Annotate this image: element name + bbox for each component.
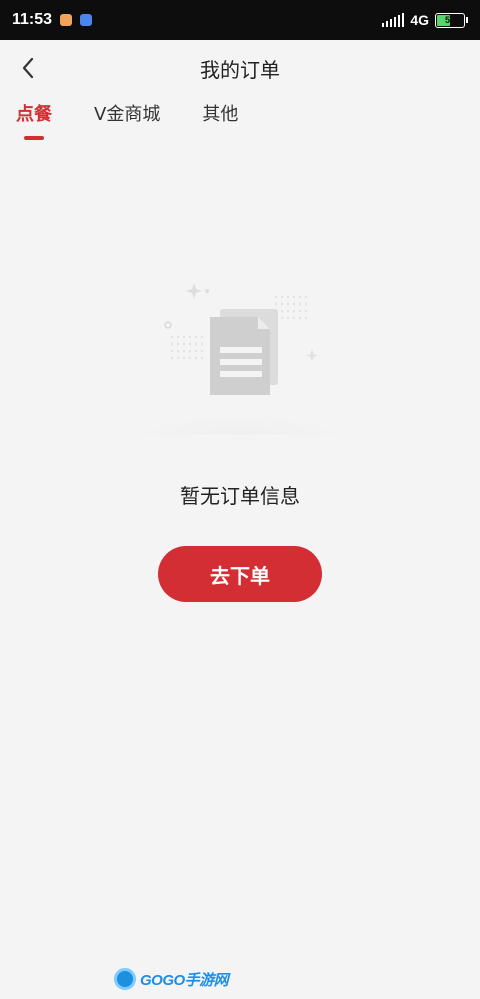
back-button[interactable] [12, 52, 44, 84]
page-title: 我的订单 [200, 57, 280, 82]
watermark-logo-icon [114, 968, 136, 990]
status-bar: 11:53 4G 51 [0, 0, 480, 40]
header: 我的订单 [0, 40, 480, 96]
tab-label: V金商城 [94, 104, 161, 125]
place-order-button[interactable]: 去下单 [158, 546, 322, 602]
status-indicators: 4G 51 [382, 12, 468, 28]
order-tabs: 点餐 V金商城 其他 [0, 100, 480, 146]
watermark: GOGO手游网 [114, 965, 229, 993]
tab-label: 点餐 [16, 104, 52, 125]
notification-app-icon [60, 14, 73, 26]
battery-level: 51 [444, 15, 455, 25]
watermark-text: GOGO手游网 [140, 971, 229, 989]
battery-icon: 51 [435, 12, 465, 28]
tab-label: 其他 [202, 104, 239, 125]
network-label: 4G [410, 12, 429, 28]
tab-dining[interactable]: 点餐 [16, 100, 52, 140]
tab-vgold-mall[interactable]: V金商城 [94, 100, 160, 140]
chevron-left-icon [22, 57, 34, 79]
tab-other[interactable]: 其他 [202, 100, 238, 140]
notification-app-icon [80, 14, 93, 26]
empty-message: 暂无订单信息 [180, 484, 300, 508]
empty-document-icon [115, 283, 365, 435]
signal-icon [382, 13, 405, 27]
tab-active-indicator [24, 136, 44, 140]
status-time: 11:53 [12, 11, 53, 28]
